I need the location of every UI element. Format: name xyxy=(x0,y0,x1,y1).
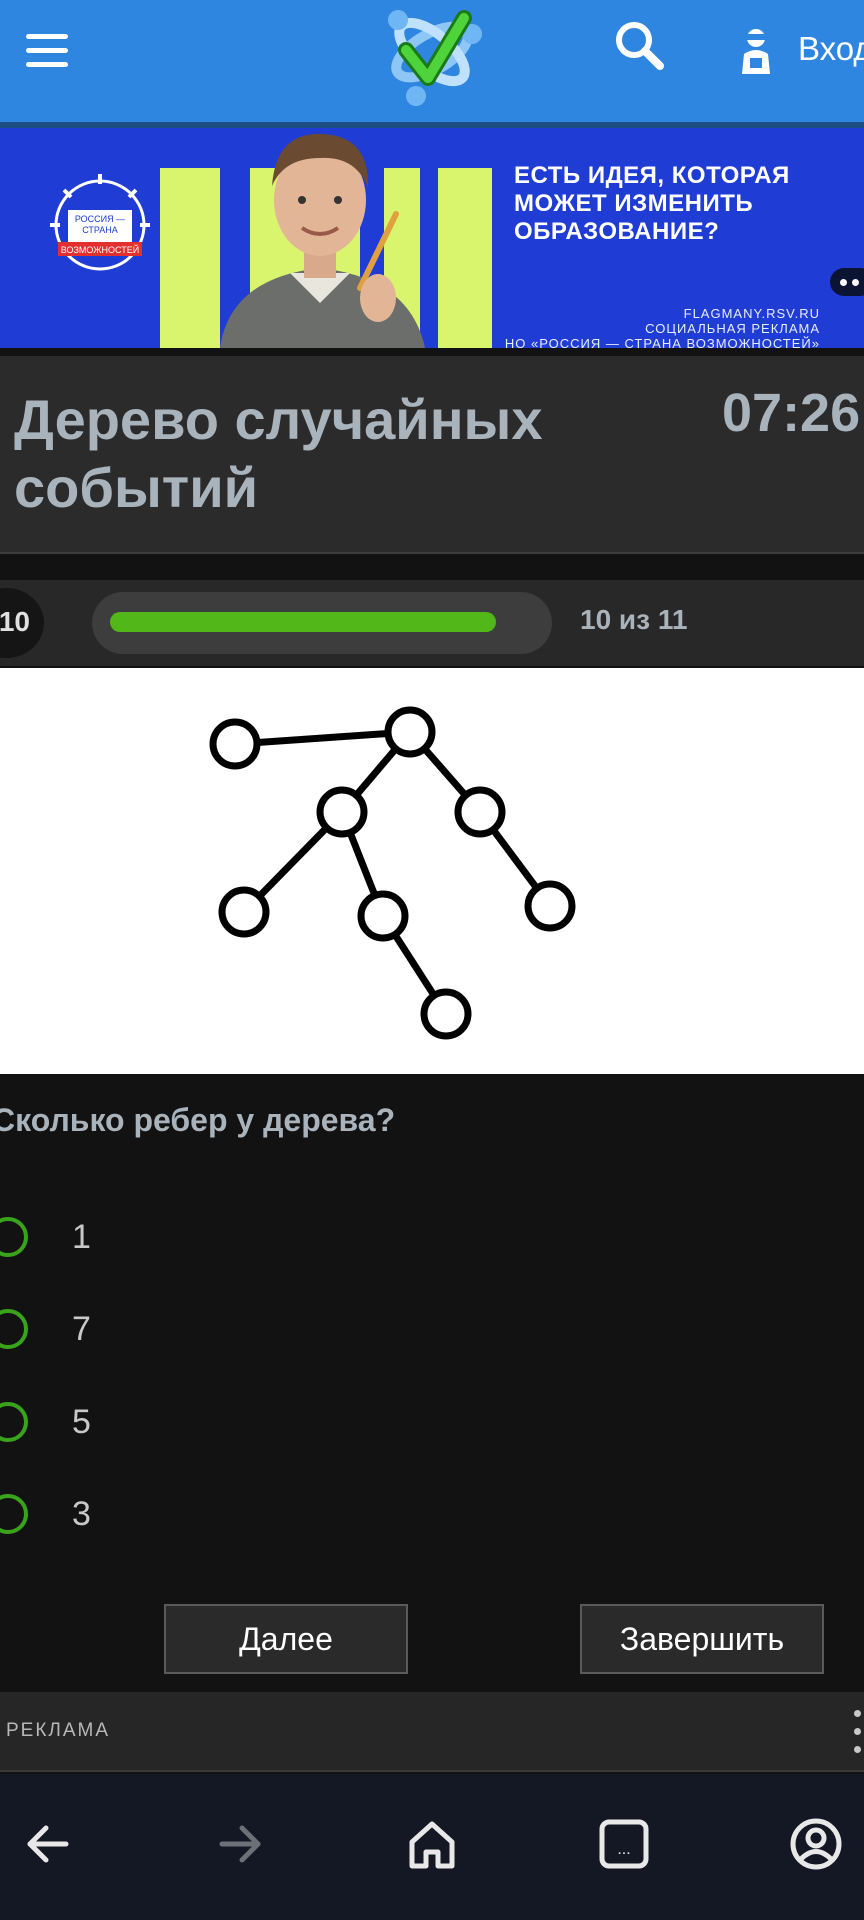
banner-headline: ЕСТЬ ИДЕЯ, КОТОРАЯ МОЖЕТ ИЗМЕНИТЬ ОБРАЗО… xyxy=(514,162,790,245)
question-text: Сколько ребер у дерева? xyxy=(0,1102,396,1138)
question-image xyxy=(0,668,864,1074)
answer-option[interactable]: 5 xyxy=(0,1393,388,1457)
answer-label: 7 xyxy=(72,1310,91,1348)
browser-nav-bar: ... xyxy=(0,1774,864,1920)
user-lock-icon xyxy=(742,29,770,74)
progress-bar xyxy=(92,592,552,654)
progress-row: 10 10 из 11 xyxy=(0,580,864,666)
search-icon[interactable] xyxy=(610,18,670,74)
answer-label: 5 xyxy=(72,1403,91,1441)
menu-icon[interactable] xyxy=(26,34,70,68)
answer-option[interactable]: 1 xyxy=(0,1208,388,1272)
ad-banner[interactable]: РОССИЯ — СТРАНА ВОЗМОЖНОСТЕЙ ЕСТЬ ИДЕЯ, … xyxy=(0,128,864,348)
login-label: Вход xyxy=(798,30,864,67)
banner-sponsor: НО «РОССИЯ — СТРАНА ВОЗМОЖНОСТЕЙ» xyxy=(504,336,820,348)
banner-more-button[interactable] xyxy=(830,268,864,296)
tree-nodes xyxy=(209,706,576,1040)
tree-edges xyxy=(234,728,553,1016)
more-options-icon[interactable] xyxy=(850,1708,864,1756)
current-question-badge: 10 xyxy=(0,588,44,658)
profile-icon[interactable] xyxy=(786,1814,846,1874)
forward-arrow-icon[interactable] xyxy=(210,1814,270,1874)
ad-label: РЕКЛАМА xyxy=(6,1720,111,1741)
emblem-line-1: РОССИЯ — xyxy=(75,214,125,224)
emblem-logo: РОССИЯ — СТРАНА ВОЗМОЖНОСТЕЙ xyxy=(50,174,150,271)
banner-person-photo xyxy=(220,133,425,348)
next-button[interactable]: Далее xyxy=(164,1604,408,1674)
back-arrow-icon[interactable] xyxy=(18,1814,78,1874)
radio-button[interactable] xyxy=(0,1402,28,1442)
answer-option[interactable]: 7 xyxy=(0,1300,388,1364)
radio-button[interactable] xyxy=(0,1494,28,1534)
ad-strip: РЕКЛАМА xyxy=(0,1692,864,1772)
banner-site: FLAGMANY.RSV.RU xyxy=(683,306,820,321)
site-logo[interactable] xyxy=(368,0,496,110)
answer-label: 1 xyxy=(72,1218,91,1256)
top-app-bar: Вход xyxy=(0,0,864,122)
radio-button[interactable] xyxy=(0,1309,28,1349)
home-icon[interactable] xyxy=(402,1814,462,1874)
emblem-line-3: ВОЗМОЖНОСТЕЙ xyxy=(61,244,139,255)
answer-label: 3 xyxy=(72,1495,91,1533)
timer: 07:26 xyxy=(722,383,861,443)
login-button[interactable]: Вход xyxy=(736,24,864,76)
answer-option[interactable]: 3 xyxy=(0,1485,388,1549)
emblem-line-2: СТРАНА xyxy=(82,225,118,235)
tabs-icon-label: ... xyxy=(617,1841,630,1858)
progress-bar-fill xyxy=(110,612,496,632)
finish-button[interactable]: Завершить xyxy=(580,1604,824,1674)
radio-button[interactable] xyxy=(0,1217,28,1257)
progress-label: 10 из 11 xyxy=(580,604,688,635)
banner-footnote: FLAGMANY.RSV.RU СОЦИАЛЬНАЯ РЕКЛАМА НО «Р… xyxy=(470,306,820,348)
banner-ad-type: СОЦИАЛЬНАЯ РЕКЛАМА xyxy=(645,321,820,336)
current-question-number: 10 xyxy=(0,606,30,637)
test-title-card: Дерево случайных событий 07:26 xyxy=(0,356,864,554)
tree-diagram xyxy=(209,706,576,1040)
page-title: Дерево случайных событий xyxy=(14,388,543,519)
tabs-icon[interactable]: ... xyxy=(594,1814,654,1874)
